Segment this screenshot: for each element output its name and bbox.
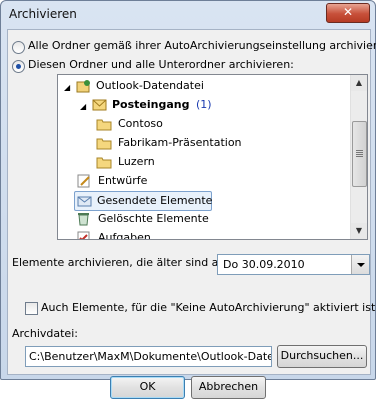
scroll-down-button[interactable]: ▼ xyxy=(351,223,367,239)
folder-tree[interactable]: ◢ Outlook-Datendatei ◢ Posteingang (1) C… xyxy=(57,74,368,240)
cancel-button[interactable]: Abbrechen xyxy=(191,376,266,399)
tasks-icon xyxy=(76,231,92,239)
data-file-icon xyxy=(76,79,92,93)
archive-file-label: Archivdatei: xyxy=(12,327,78,340)
this-folder-label[interactable]: Diesen Ordner und alle Unterordner archi… xyxy=(28,58,294,71)
tree-label-drafts: Entwürfe xyxy=(98,174,148,187)
this-folder-radio[interactable] xyxy=(12,60,25,73)
folder-icon xyxy=(96,155,112,169)
tree-item-sent[interactable]: Gesendete Elemente xyxy=(74,191,212,211)
include-no-autoarchive-label[interactable]: Auch Elemente, für die "Keine AutoArchiv… xyxy=(41,301,376,314)
collapse-arrow-icon[interactable]: ◢ xyxy=(80,98,88,112)
sent-items-icon xyxy=(77,194,93,208)
older-than-date-value: Do 30.09.2010 xyxy=(223,258,305,271)
archive-file-input[interactable]: C:\Benutzer\MaxM\Dokumente\Outlook-Datei… xyxy=(25,346,272,367)
browse-button[interactable]: Durchsuchen... xyxy=(277,345,367,368)
scroll-up-button[interactable]: ▲ xyxy=(351,75,367,91)
include-no-autoarchive-checkbox[interactable] xyxy=(25,302,38,315)
archive-dialog: Archivieren ✕ Alle Ordner gemäß ihrer Au… xyxy=(0,0,376,399)
tree-scrollbar[interactable]: ▲ ▼ xyxy=(350,75,367,239)
inbox-unread-count: (1) xyxy=(196,98,212,111)
folder-icon xyxy=(96,117,112,131)
dialog-body: Alle Ordner gemäß ihrer AutoArchivierung… xyxy=(7,29,376,399)
tree-label-root: Outlook-Datendatei xyxy=(96,79,204,92)
tree-label-deleted: Gelöschte Elemente xyxy=(98,212,209,225)
ok-button[interactable]: OK xyxy=(110,376,185,399)
close-button[interactable]: ✕ xyxy=(326,3,370,23)
title-bar: Archivieren ✕ xyxy=(1,1,375,29)
window-title: Archivieren xyxy=(9,7,77,21)
chevron-down-icon[interactable] xyxy=(351,255,369,274)
older-than-date-combo[interactable]: Do 30.09.2010 xyxy=(217,254,370,275)
archive-file-path: C:\Benutzer\MaxM\Dokumente\Outlook-Datei… xyxy=(29,350,271,363)
older-than-label: Elemente archivieren, die älter sind als… xyxy=(12,256,231,269)
folder-icon xyxy=(96,136,112,150)
trash-icon xyxy=(76,212,92,226)
all-folders-label[interactable]: Alle Ordner gemäß ihrer AutoArchivierung… xyxy=(28,39,376,52)
tree-label-sent: Gesendete Elemente xyxy=(97,194,213,207)
drafts-icon xyxy=(76,174,92,188)
all-folders-radio[interactable] xyxy=(12,41,25,54)
collapse-arrow-icon[interactable]: ◢ xyxy=(64,79,72,93)
tree-label-contoso: Contoso xyxy=(118,117,163,130)
tree-label-tasks: Aufgaben xyxy=(98,231,151,240)
tree-label-inbox: Posteingang xyxy=(112,98,190,111)
scroll-thumb[interactable] xyxy=(352,121,367,187)
tree-label-luzern: Luzern xyxy=(118,155,155,168)
inbox-icon xyxy=(92,98,108,112)
tree-label-fabrikam: Fabrikam-Präsentation xyxy=(118,136,242,149)
